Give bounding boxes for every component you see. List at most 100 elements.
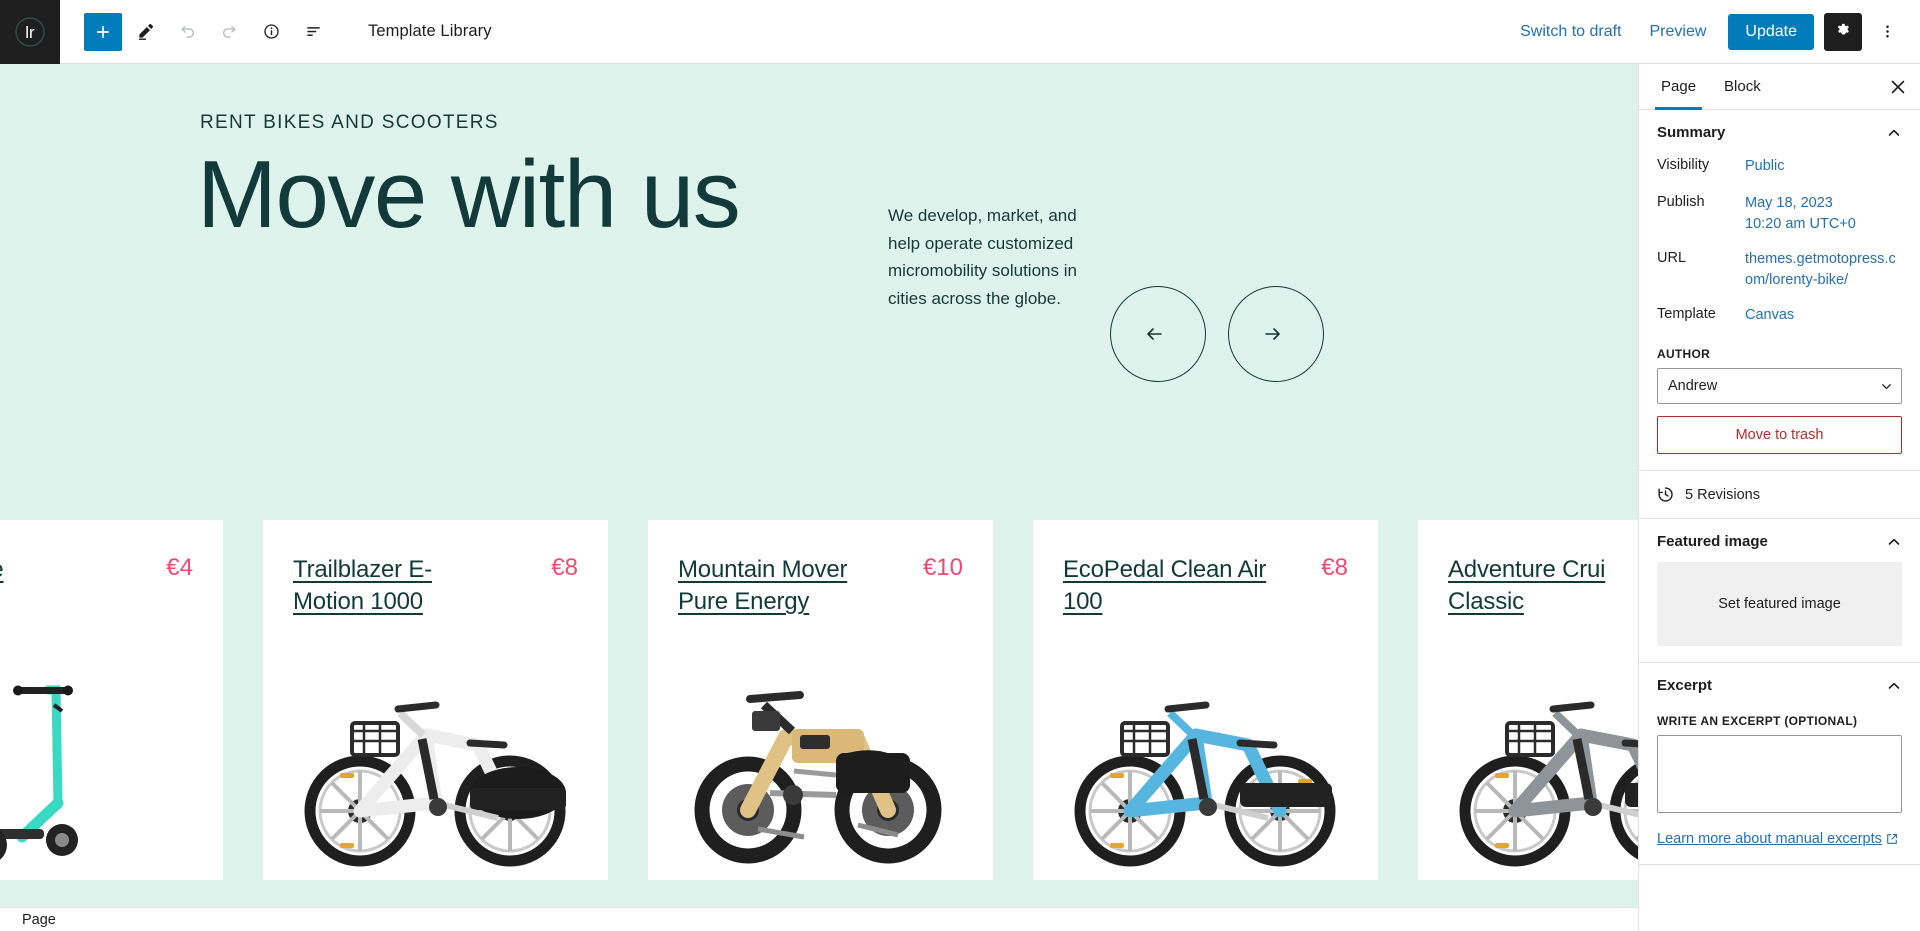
hero-carousel-nav — [1110, 286, 1324, 382]
info-icon — [263, 24, 279, 39]
chevron-up-icon[interactable] — [1886, 125, 1902, 141]
excerpt-field-label: WRITE AN EXCERPT (OPTIONAL) — [1657, 714, 1858, 729]
product-title-link[interactable]: Trailblazer E- Motion 1000 — [293, 554, 541, 618]
visibility-value-button[interactable]: Public — [1745, 156, 1785, 177]
arrow-left-icon — [1147, 328, 1162, 340]
product-card-header: Mountain Mover Pure Energy €10 — [678, 554, 963, 618]
summary-row-publish: Publish May 18, 2023 10:20 am UTC+0 — [1657, 193, 1902, 234]
editor-canvas[interactable]: RENT BIKES AND SCOOTERS Move with us We … — [0, 64, 1638, 907]
plus-icon — [97, 25, 109, 38]
tab-page[interactable]: Page — [1647, 64, 1710, 110]
set-featured-image-button[interactable]: Set featured image — [1657, 562, 1902, 647]
close-sidebar-button[interactable] — [1880, 69, 1916, 105]
edit-tool-button[interactable] — [126, 13, 164, 51]
pencil-icon — [138, 23, 153, 40]
product-title-link[interactable]: Mountain Mover Pure Energy — [678, 554, 913, 618]
featured-image-panel-header[interactable]: Featured image — [1657, 533, 1902, 550]
summary-row-template: Template Canvas — [1657, 305, 1902, 327]
redo-button[interactable] — [210, 13, 248, 51]
author-select[interactable]: Andrew — [1657, 368, 1902, 405]
add-block-button[interactable] — [84, 12, 122, 51]
chevron-up-icon[interactable] — [1886, 678, 1902, 694]
svg-text:lr: lr — [25, 23, 35, 42]
list-view-icon — [306, 27, 320, 36]
sidebar-tabs: Page Block — [1639, 64, 1920, 110]
preview-button[interactable]: Preview — [1636, 15, 1721, 49]
toolbar-actions: Switch to draft Preview Update — [1506, 12, 1920, 51]
learn-more-label: Learn more about manual excerpts — [1657, 831, 1882, 848]
move-to-trash-button[interactable]: Move to trash — [1657, 416, 1902, 455]
product-card[interactable]: Adventure Crui Classic — [1418, 520, 1638, 880]
product-card-header: Trailblazer E- Motion 1000 €8 — [293, 554, 578, 618]
ebike-gray-image — [1418, 665, 1638, 880]
moped-tan-image — [648, 665, 993, 880]
summary-heading: Summary — [1657, 124, 1726, 141]
toolbar-tools — [60, 12, 332, 51]
ebike-blue-image — [1033, 665, 1378, 880]
product-card-header: Adventure Crui Classic — [1448, 554, 1638, 618]
ebike-white-image — [263, 665, 608, 880]
summary-row-url: URL themes.getmotopress.com/lorenty-bike… — [1657, 249, 1902, 290]
document-title: Template Library — [368, 22, 492, 40]
row-label: Template — [1657, 306, 1716, 323]
carousel-prev-button[interactable] — [1110, 286, 1206, 382]
switch-to-draft-button[interactable]: Switch to draft — [1506, 15, 1635, 49]
excerpt-panel-header[interactable]: Excerpt — [1657, 677, 1902, 694]
row-label: Publish — [1657, 194, 1705, 210]
carousel-next-button[interactable] — [1228, 286, 1324, 382]
featured-image-heading: Featured image — [1657, 533, 1768, 551]
redo-icon — [222, 25, 236, 38]
summary-panel: Summary Visibility Public Publish May 18… — [1639, 110, 1920, 472]
settings-button[interactable] — [1824, 12, 1862, 51]
product-card-header: ider Pure 200 €4 — [0, 554, 193, 618]
wordpress-lr-logo[interactable]: lr — [0, 0, 60, 64]
row-label: Visibility — [1657, 157, 1710, 173]
product-price: €8 — [551, 554, 578, 581]
external-link-icon — [1887, 834, 1897, 845]
list-view-button[interactable] — [294, 13, 332, 51]
tab-block[interactable]: Block — [1710, 64, 1775, 110]
undo-icon — [180, 25, 194, 38]
close-icon — [1891, 80, 1905, 93]
publish-date-button[interactable]: May 18, 2023 10:20 am UTC+0 — [1745, 193, 1856, 234]
revisions-label: 5 Revisions — [1685, 486, 1760, 503]
product-card[interactable]: ider Pure 200 €4 — [0, 520, 223, 880]
product-card[interactable]: Mountain Mover Pure Energy €10 — [648, 520, 993, 880]
undo-button[interactable] — [168, 13, 206, 51]
excerpt-textarea[interactable] — [1657, 735, 1902, 814]
product-title-link[interactable]: ider Pure 200 — [0, 554, 156, 618]
chevron-up-icon[interactable] — [1886, 534, 1902, 550]
url-value-button[interactable]: themes.getmotopress.com/lorenty-bike/ — [1745, 249, 1902, 290]
editor-breadcrumb-bar: Page — [0, 907, 1638, 931]
learn-more-excerpts-link[interactable]: Learn more about manual excerpts — [1657, 831, 1898, 847]
summary-row-visibility: Visibility Public — [1657, 156, 1902, 178]
hero-eyebrow: RENT BIKES AND SCOOTERS — [200, 112, 499, 133]
details-button[interactable] — [252, 13, 290, 51]
scooter-teal-image — [0, 665, 223, 880]
arrow-right-icon — [1265, 328, 1280, 340]
gear-icon — [1837, 23, 1849, 35]
product-price: €8 — [1321, 554, 1348, 581]
excerpt-heading: Excerpt — [1657, 677, 1713, 695]
more-options-button[interactable] — [1868, 13, 1906, 51]
revisions-link[interactable]: 5 Revisions — [1639, 471, 1920, 520]
product-card[interactable]: Trailblazer E- Motion 1000 €8 — [263, 520, 608, 880]
editor-toolbar: lr Template Library Switch to draft Prev… — [0, 0, 1920, 64]
history-icon — [1658, 487, 1673, 502]
product-card[interactable]: EcoPedal Clean Air 100 €8 — [1033, 520, 1378, 880]
excerpt-panel: Excerpt WRITE AN EXCERPT (OPTIONAL) Lear… — [1639, 663, 1920, 866]
product-title-link[interactable]: EcoPedal Clean Air 100 — [1063, 554, 1311, 618]
breadcrumb[interactable]: Page — [22, 912, 56, 928]
summary-panel-header[interactable]: Summary — [1657, 124, 1902, 141]
author-select-wrap: Andrew — [1657, 368, 1902, 405]
update-button[interactable]: Update — [1728, 13, 1814, 50]
product-price: €4 — [166, 554, 193, 581]
product-price: €10 — [922, 554, 963, 581]
product-title-link[interactable]: Adventure Crui Classic — [1448, 554, 1638, 618]
template-value-button[interactable]: Canvas — [1745, 305, 1794, 326]
hero-paragraph: We develop, market, and help operate cus… — [888, 206, 1077, 308]
row-label: URL — [1657, 250, 1687, 267]
hero-section[interactable]: RENT BIKES AND SCOOTERS Move with us We … — [0, 64, 1638, 504]
settings-sidebar: Page Block Summary Visibility Public Pub… — [1638, 64, 1920, 931]
product-card-list: ider Pure 200 €4 — [0, 520, 1638, 880]
